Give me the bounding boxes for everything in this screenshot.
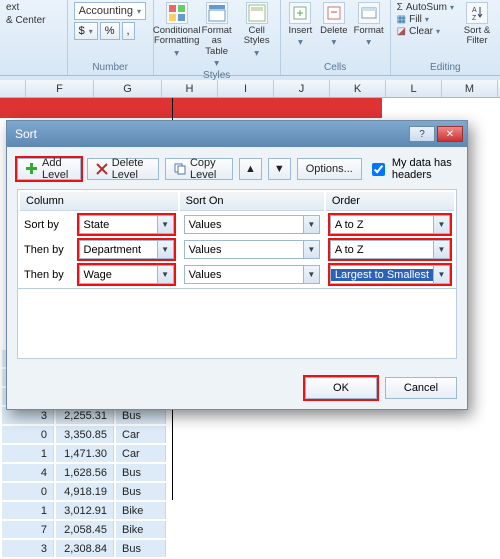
- level-label: Sort by: [20, 213, 73, 236]
- column-dropdown[interactable]: Department▼: [79, 240, 174, 259]
- close-icon[interactable]: ✕: [437, 126, 463, 142]
- col-G[interactable]: G: [94, 80, 162, 97]
- fill-button[interactable]: ▦Fill▾: [397, 14, 454, 25]
- col-M[interactable]: M: [442, 80, 498, 97]
- chevron-down-icon: ▼: [303, 216, 319, 233]
- help-icon[interactable]: ?: [409, 126, 435, 142]
- ok-button[interactable]: OK: [305, 377, 377, 399]
- col-K[interactable]: K: [330, 80, 386, 97]
- chevron-down-icon: ▼: [303, 241, 319, 258]
- chevron-down-icon: ▼: [433, 241, 449, 258]
- clear-button[interactable]: ◪Clear▾: [397, 26, 454, 37]
- copy-icon: [174, 163, 186, 175]
- th-order: Order: [326, 192, 454, 211]
- table-row[interactable]: 03,350.85Car: [2, 426, 166, 443]
- chevron-down-icon: ▼: [157, 266, 173, 283]
- selection-highlight: [0, 98, 382, 118]
- autosum-button[interactable]: ΣAutoSum▾: [397, 2, 454, 13]
- chevron-down-icon: ▼: [433, 266, 449, 283]
- options-button[interactable]: Options...: [297, 158, 362, 180]
- cell-styles-button[interactable]: Cell Styles▾: [240, 2, 274, 59]
- svg-text:+: +: [297, 6, 304, 20]
- order-dropdown[interactable]: Largest to Smallest▼: [330, 265, 450, 284]
- chevron-down-icon: ▼: [157, 241, 173, 258]
- svg-text:−: −: [330, 5, 337, 19]
- chevron-down-icon: ▼: [303, 266, 319, 283]
- move-down-button[interactable]: ▼: [268, 158, 291, 180]
- col-H[interactable]: H: [162, 80, 218, 97]
- col-I[interactable]: I: [218, 80, 274, 97]
- cancel-button[interactable]: Cancel: [385, 377, 457, 399]
- delete-level-button[interactable]: Delete Level: [87, 158, 159, 180]
- editing-group-label: Editing: [397, 62, 494, 75]
- arrow-down-icon: ▼: [274, 163, 285, 175]
- delete-icon: [96, 163, 108, 175]
- format-button[interactable]: Format▾: [354, 2, 384, 49]
- ribbon: ext & Center Accounting▾ $▾ % , Number C…: [0, 0, 500, 76]
- move-up-button[interactable]: ▲: [239, 158, 262, 180]
- table-row[interactable]: 13,012.91Bike: [2, 502, 166, 519]
- sorton-dropdown[interactable]: Values▼: [184, 265, 320, 284]
- chevron-down-icon: ▼: [433, 216, 449, 233]
- table-row[interactable]: 04,918.19Bus: [2, 483, 166, 500]
- merge-center-label[interactable]: & Center: [6, 15, 45, 26]
- copy-level-button[interactable]: Copy Level: [165, 158, 233, 180]
- dialog-title: Sort: [15, 127, 37, 141]
- sort-dialog: Sort ? ✕ Add Level Delete Level Copy Lev…: [6, 120, 468, 410]
- table-row[interactable]: 11,471.30Car: [2, 445, 166, 462]
- level-label: Then by: [20, 238, 73, 261]
- sort-levels-table: Column Sort On Order Sort by State▼ Valu…: [17, 189, 457, 289]
- conditional-formatting-button[interactable]: Conditional Formatting▾: [160, 2, 194, 59]
- number-group-label: Number: [74, 62, 147, 75]
- format-as-table-button[interactable]: Format as Table▾: [200, 2, 234, 70]
- arrow-up-icon: ▲: [245, 163, 256, 175]
- align-group-label: [6, 73, 61, 75]
- percent-button[interactable]: %: [100, 22, 120, 40]
- wrap-text-label: ext: [6, 2, 19, 13]
- col-L[interactable]: L: [386, 80, 442, 97]
- sorton-dropdown[interactable]: Values▼: [184, 240, 320, 259]
- currency-button[interactable]: $▾: [74, 22, 98, 40]
- col-J[interactable]: J: [274, 80, 330, 97]
- dialog-titlebar[interactable]: Sort ? ✕: [7, 121, 467, 147]
- level-label: Then by: [20, 263, 73, 286]
- sort-filter-button[interactable]: AZ Sort & Filter: [460, 2, 494, 47]
- table-row[interactable]: 41,628.56Bus: [2, 464, 166, 481]
- sort-levels-empty-area: [17, 289, 457, 359]
- number-format-combo[interactable]: Accounting▾: [74, 2, 146, 20]
- column-dropdown[interactable]: Wage▼: [79, 265, 174, 284]
- svg-text:Z: Z: [472, 15, 477, 22]
- svg-text:A: A: [472, 7, 477, 14]
- cells-group-label: Cells: [287, 62, 384, 75]
- table-row[interactable]: 32,308.84Bus: [2, 540, 166, 557]
- column-dropdown[interactable]: State▼: [79, 215, 174, 234]
- col-F[interactable]: F: [26, 80, 94, 97]
- delete-button[interactable]: − Delete▾: [320, 2, 347, 49]
- headers-checkbox[interactable]: My data has headers: [368, 157, 457, 181]
- headers-check-input[interactable]: [372, 163, 385, 176]
- th-column: Column: [20, 192, 178, 211]
- add-level-button[interactable]: Add Level: [17, 158, 81, 180]
- add-icon: [26, 163, 38, 175]
- insert-button[interactable]: + Insert▾: [287, 2, 314, 49]
- table-row[interactable]: 72,058.45Bike: [2, 521, 166, 538]
- column-headers: F G H I J K L M: [0, 80, 500, 98]
- comma-button[interactable]: ,: [122, 22, 135, 40]
- th-sorton: Sort On: [180, 192, 324, 211]
- order-dropdown[interactable]: A to Z▼: [330, 240, 450, 259]
- chevron-down-icon: ▼: [157, 216, 173, 233]
- order-dropdown[interactable]: A to Z▼: [330, 215, 450, 234]
- sorton-dropdown[interactable]: Values▼: [184, 215, 320, 234]
